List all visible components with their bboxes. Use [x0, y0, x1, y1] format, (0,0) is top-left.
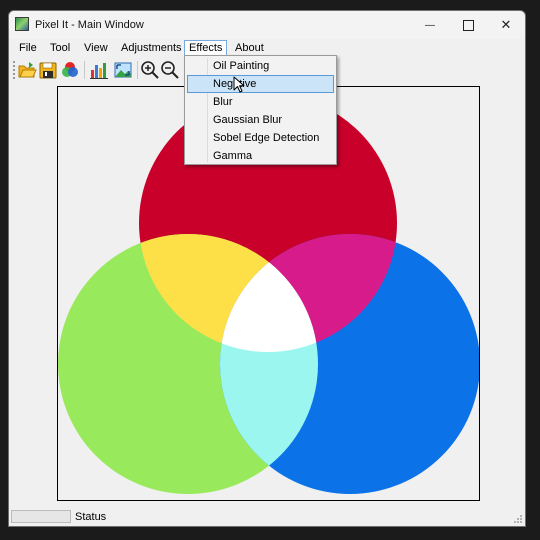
save-icon: [39, 62, 57, 79]
color-channels-icon: [62, 62, 78, 77]
minimize-button[interactable]: —: [411, 11, 449, 39]
menu-item-gaussian-blur[interactable]: Gaussian Blur: [187, 111, 334, 129]
zoom-in-icon: [141, 61, 159, 79]
fit-image-icon: [114, 62, 132, 78]
histogram-icon: [90, 63, 108, 79]
toolbar-separator: [84, 61, 85, 79]
close-button[interactable]: ✕: [487, 11, 525, 39]
app-icon: [15, 17, 29, 31]
toolbar-grip[interactable]: [13, 61, 15, 79]
menu-about[interactable]: About: [231, 40, 268, 56]
zoom-out-button[interactable]: [160, 60, 180, 80]
menu-item-blur[interactable]: Blur: [187, 93, 334, 111]
window-title: Pixel It - Main Window: [35, 19, 144, 31]
toolbar-separator: [137, 61, 138, 79]
status-bar: Status: [9, 508, 525, 526]
status-progress-bar: [11, 510, 71, 523]
minimize-icon: —: [425, 19, 435, 31]
effects-dropdown-menu: Oil Painting Negative Blur Gaussian Blur…: [184, 55, 337, 165]
menu-item-gamma[interactable]: Gamma: [187, 147, 334, 165]
menu-item-negative[interactable]: Negative: [187, 75, 334, 93]
fit-image-button[interactable]: [113, 60, 133, 80]
menu-adjustments[interactable]: Adjustments: [117, 40, 186, 56]
menu-file[interactable]: File: [15, 40, 41, 56]
color-channels-button[interactable]: [60, 60, 80, 80]
menu-item-sobel-edge-detection[interactable]: Sobel Edge Detection: [187, 129, 334, 147]
mouse-cursor-icon: [233, 76, 245, 93]
resize-grip-icon[interactable]: [513, 514, 523, 524]
menu-view[interactable]: View: [80, 40, 112, 56]
zoom-in-button[interactable]: [140, 60, 160, 80]
menu-effects[interactable]: Effects: [184, 40, 228, 56]
maximize-button[interactable]: [449, 11, 487, 39]
histogram-button[interactable]: [89, 60, 109, 80]
close-icon: ✕: [500, 17, 512, 32]
status-text: Status: [75, 511, 107, 523]
open-button[interactable]: [17, 60, 37, 80]
title-bar[interactable]: Pixel It - Main Window — ✕: [9, 11, 525, 39]
menu-tool[interactable]: Tool: [46, 40, 74, 56]
open-folder-icon: [18, 62, 37, 78]
menu-item-oil-painting[interactable]: Oil Painting: [187, 57, 334, 75]
zoom-out-icon: [161, 61, 179, 79]
maximize-icon: [462, 19, 474, 31]
save-button[interactable]: [38, 60, 58, 80]
